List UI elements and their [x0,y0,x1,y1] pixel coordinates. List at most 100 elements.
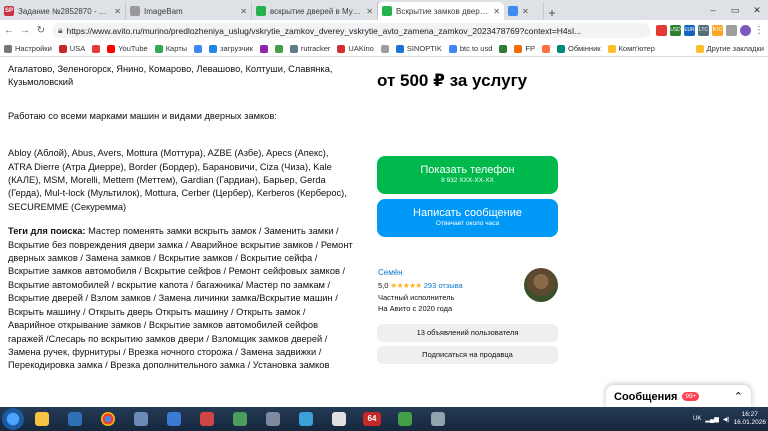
app-icon [332,412,346,426]
flag-icon [58,44,67,53]
taskbar-aida64[interactable]: 64 [357,409,387,429]
reload-icon[interactable]: ↻ [36,25,46,36]
cities-text: Агалатово, Зеленогорск, Янино, Комарово,… [8,64,333,88]
usd-rate-icon[interactable]: USD [670,25,681,36]
bookmark-icon-only[interactable] [380,44,389,53]
extension-icon[interactable] [656,25,667,36]
app-icon [431,412,445,426]
maximize-icon[interactable]: ▭ [724,0,746,20]
window-controls: – ▭ ✕ [702,0,768,20]
bookmark-icon-only[interactable] [92,44,101,53]
bookmark-icon-only[interactable] [274,44,283,53]
bookmark-uakino[interactable]: UAKino [337,44,374,53]
profile-avatar-icon[interactable] [740,25,751,36]
back-icon[interactable]: ← [4,25,14,36]
unread-badge: 99+ [682,392,700,401]
reviews-link[interactable]: 293 отзыва [424,281,463,290]
taskbar-app[interactable] [126,409,156,429]
clock[interactable]: 16:27 16.01.2026 [733,411,766,427]
messages-label: Сообщения [614,390,678,403]
system-tray: UK ▂▄▆ ◀) 16:27 16.01.2026 [693,411,766,427]
taskbar-app[interactable] [423,409,453,429]
youtube-icon [107,44,116,53]
close-window-icon[interactable]: ✕ [746,0,768,20]
bookmark-downloader[interactable]: загрузчик [209,44,253,53]
tab-title: ImageBam [144,6,183,16]
bookmark-computer[interactable]: Комп'ютер [607,44,655,53]
forward-icon[interactable]: → [20,25,30,36]
network-icon[interactable]: ▂▄▆ [705,416,718,423]
ltc-rate-icon[interactable]: LTC [698,25,709,36]
tab-other[interactable]: ✕ [504,2,544,20]
app-icon [398,412,412,426]
app-icon [134,412,148,426]
messages-bar[interactable]: Сообщения 99+ ⌃ [606,385,751,408]
taskbar-app[interactable] [324,409,354,429]
close-tab-icon[interactable]: ✕ [114,7,121,16]
bookmark-usa[interactable]: USA [58,44,85,53]
bookmark-rutracker[interactable]: rutracker [289,44,330,53]
taskbar-app[interactable] [291,409,321,429]
folder-icon [695,44,704,53]
bookmark-settings[interactable]: Настройки [4,44,52,53]
minimize-icon[interactable]: – [702,0,724,20]
brands-text: Abloy (Аблой), Abus, Avers, Mottura (Мот… [8,148,347,212]
close-tab-icon[interactable]: ✕ [240,7,247,16]
start-button[interactable] [2,408,24,430]
tab-task[interactable]: SP Задание №2852870 - просмотр з ✕ [0,2,126,20]
taskbar-app[interactable] [225,409,255,429]
taskbar-app-w[interactable] [60,409,90,429]
menu-icon[interactable]: ⋮ [754,25,764,36]
close-tab-icon[interactable]: ✕ [522,7,529,16]
bookmark-youtube[interactable]: YouTube [107,44,148,53]
bookmark-icon [194,44,203,53]
bookmark-icon-only[interactable] [194,44,203,53]
bookmark-icon-only[interactable] [542,44,550,53]
eur-rate-icon[interactable]: EUR [684,25,695,36]
weather-icon [395,44,404,53]
tags-label: Теги для поиска: [8,226,86,237]
tab-imagebam[interactable]: ImageBam ✕ [126,2,252,20]
seller-avatar[interactable] [524,268,558,302]
app-icon [200,412,214,426]
tab-avito-listing[interactable]: Вскрытие замков дверей Вскрыт ✕ [378,2,504,20]
user-ads-button[interactable]: 13 объявлений пользователя [377,324,558,342]
write-message-label: Написать сообщение [413,207,522,219]
bookmark-icon [274,44,283,53]
bookmark-maps[interactable]: Карты [154,44,187,53]
bookmark-icon-only[interactable] [499,44,508,53]
bookmark-btc-usd[interactable]: btc to usd [448,44,492,53]
folder-icon [35,412,49,426]
show-phone-button[interactable]: Показать телефон 8 932 XXX-XX-XX [377,156,558,194]
bookmark-fp[interactable]: FP [514,44,535,53]
taskbar-app[interactable] [258,409,288,429]
chevron-up-icon[interactable]: ⌃ [734,390,743,403]
new-tab-icon[interactable]: + [544,6,560,20]
bookmark-exchanger[interactable]: Обмінник [557,44,601,53]
taskbar-app[interactable] [159,409,189,429]
puzzle-icon[interactable] [726,25,737,36]
tab-avito-search[interactable]: вскрытие дверей в Мурино - цен ✕ [252,2,378,20]
bookmark-icon [380,44,389,53]
write-message-button[interactable]: Написать сообщение Отвечает около часа [377,199,558,237]
bookmark-sinoptik[interactable]: SINOPTIK [395,44,442,53]
close-tab-icon[interactable]: ✕ [366,7,373,16]
taskbar-explorer[interactable] [27,409,57,429]
browser-tab-bar: SP Задание №2852870 - просмотр з ✕ Image… [0,0,768,20]
btc-rate-icon[interactable]: BTC [712,25,723,36]
volume-icon[interactable]: ◀) [723,416,730,423]
price: от 500 ₽ за услугу [377,71,528,90]
bookmark-icon-only[interactable] [259,44,268,53]
app-icon [167,412,181,426]
taskbar-chrome[interactable] [93,409,123,429]
extensions: USD EUR LTC BTC ⋮ [656,25,764,36]
close-tab-icon[interactable]: ✕ [493,7,500,16]
taskbar-app[interactable] [390,409,420,429]
taskbar-app[interactable] [192,409,222,429]
app-icon [266,412,280,426]
google-icon [448,44,457,53]
subscribe-seller-button[interactable]: Подписаться на продавца [377,346,558,364]
other-bookmarks[interactable]: Другие закладки [695,44,764,53]
url-field[interactable]: 🔒︎ https://www.avito.ru/murino/predlozhe… [52,23,650,38]
language-indicator[interactable]: UK [693,416,701,422]
